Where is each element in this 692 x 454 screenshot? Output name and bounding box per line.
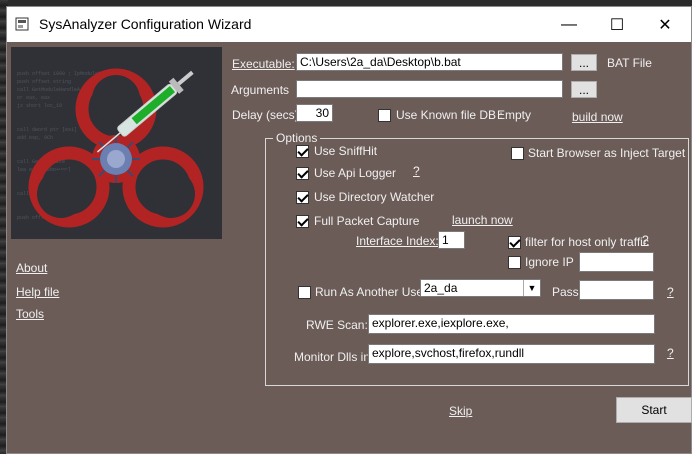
user-select[interactable]: 2a_da ▼	[420, 279, 541, 297]
ignore-ip-label: Ignore IP	[525, 255, 574, 269]
sniffhit-checkbox[interactable]	[296, 145, 309, 158]
filter-host-label: filter for host only traffic	[525, 235, 649, 249]
options-legend: Options	[273, 131, 321, 145]
arguments-label: Arguments	[231, 83, 290, 97]
wizard-window: SysAnalyzer Configuration Wizard — ☐ ✕ p…	[6, 6, 692, 454]
app-icon	[15, 17, 29, 31]
rwe-scan-label: RWE Scan:	[306, 318, 368, 332]
build-now-link[interactable]: build now	[572, 110, 623, 124]
filter-host-help-link[interactable]: ?	[642, 233, 649, 247]
biohazard-syringe-icon: push offset 1000 ; IpModuleName push off…	[17, 68, 204, 228]
monitor-dlls-help-link[interactable]: ?	[667, 346, 674, 360]
delay-input[interactable]: 30	[296, 104, 333, 122]
pass-help-link[interactable]: ?	[667, 285, 674, 299]
api-logger-help-link[interactable]: ?	[413, 164, 420, 178]
file-type-label: BAT File	[607, 56, 652, 70]
known-file-db-status: Empty	[497, 108, 532, 122]
browser-inject-label: Start Browser as Inject Target	[528, 146, 686, 160]
chevron-down-icon[interactable]: ▼	[523, 280, 540, 296]
arguments-input[interactable]	[296, 80, 563, 98]
monitor-dlls-label: Monitor Dlls in:	[294, 350, 374, 364]
sniffhit-label: Use SniffHit	[314, 144, 378, 158]
browse-executable-button[interactable]: ...	[571, 54, 597, 71]
ignore-ip-input[interactable]	[579, 252, 654, 272]
title-bar: SysAnalyzer Configuration Wizard — ☐ ✕	[7, 7, 691, 42]
window-title: SysAnalyzer Configuration Wizard	[39, 16, 252, 32]
browser-inject-checkbox[interactable]	[511, 147, 524, 160]
directory-watcher-checkbox[interactable]	[296, 191, 309, 204]
browse-arguments-button[interactable]: ...	[571, 81, 597, 98]
packet-capture-checkbox[interactable]	[296, 215, 309, 228]
interface-index-label[interactable]: Interface Index:	[356, 234, 439, 248]
executable-input[interactable]: C:\Users\2a_da\Desktop\b.bat	[296, 53, 563, 71]
known-file-db-label: Use Known file DB :	[396, 108, 503, 122]
api-logger-checkbox[interactable]	[296, 167, 309, 180]
minimize-button[interactable]: —	[546, 7, 592, 42]
user-select-value: 2a_da	[424, 281, 458, 295]
svg-text:push offset string: push offset string	[17, 79, 71, 85]
api-logger-label: Use Api Logger	[314, 166, 397, 180]
biohazard-logo: push offset 1000 ; IpModuleName push off…	[11, 47, 222, 239]
ignore-ip-checkbox[interactable]	[508, 256, 521, 269]
monitor-dlls-input[interactable]: explore,svchost,firefox,rundll	[368, 344, 655, 364]
run-as-user-label: Run As Another User	[315, 285, 428, 299]
delay-label: Delay (secs)	[232, 108, 299, 122]
svg-text:call dword ptr [esi]: call dword ptr [esi]	[17, 127, 77, 133]
close-button[interactable]: ✕	[642, 7, 688, 42]
filter-host-checkbox[interactable]	[508, 236, 521, 249]
svg-text:call GetModuleHandleA: call GetModuleHandleA	[17, 87, 80, 93]
launch-now-link[interactable]: launch now	[452, 213, 513, 227]
password-input[interactable]	[579, 280, 654, 300]
maximize-button[interactable]: ☐	[594, 7, 640, 42]
svg-text:or eax, eax: or eax, eax	[17, 95, 50, 101]
pass-label: Pass	[552, 285, 579, 299]
start-button[interactable]: Start	[616, 397, 692, 423]
known-file-db-checkbox[interactable]	[378, 109, 391, 122]
svg-text:add esp, 0Ch: add esp, 0Ch	[17, 135, 53, 141]
skip-link[interactable]: Skip	[449, 404, 472, 418]
executable-label[interactable]: Executable:	[232, 57, 295, 71]
run-as-user-checkbox[interactable]	[298, 286, 311, 299]
tools-link[interactable]: Tools	[16, 307, 44, 321]
svg-text:jz short loc_10: jz short loc_10	[17, 103, 62, 109]
about-link[interactable]: About	[16, 261, 47, 275]
interface-index-input[interactable]: 1	[438, 231, 465, 249]
packet-capture-label: Full Packet Capture	[314, 214, 420, 228]
directory-watcher-label: Use Directory Watcher	[314, 190, 435, 204]
help-file-link[interactable]: Help file	[16, 285, 59, 299]
rwe-scan-input[interactable]: explorer.exe,iexplore.exe,	[368, 314, 655, 334]
